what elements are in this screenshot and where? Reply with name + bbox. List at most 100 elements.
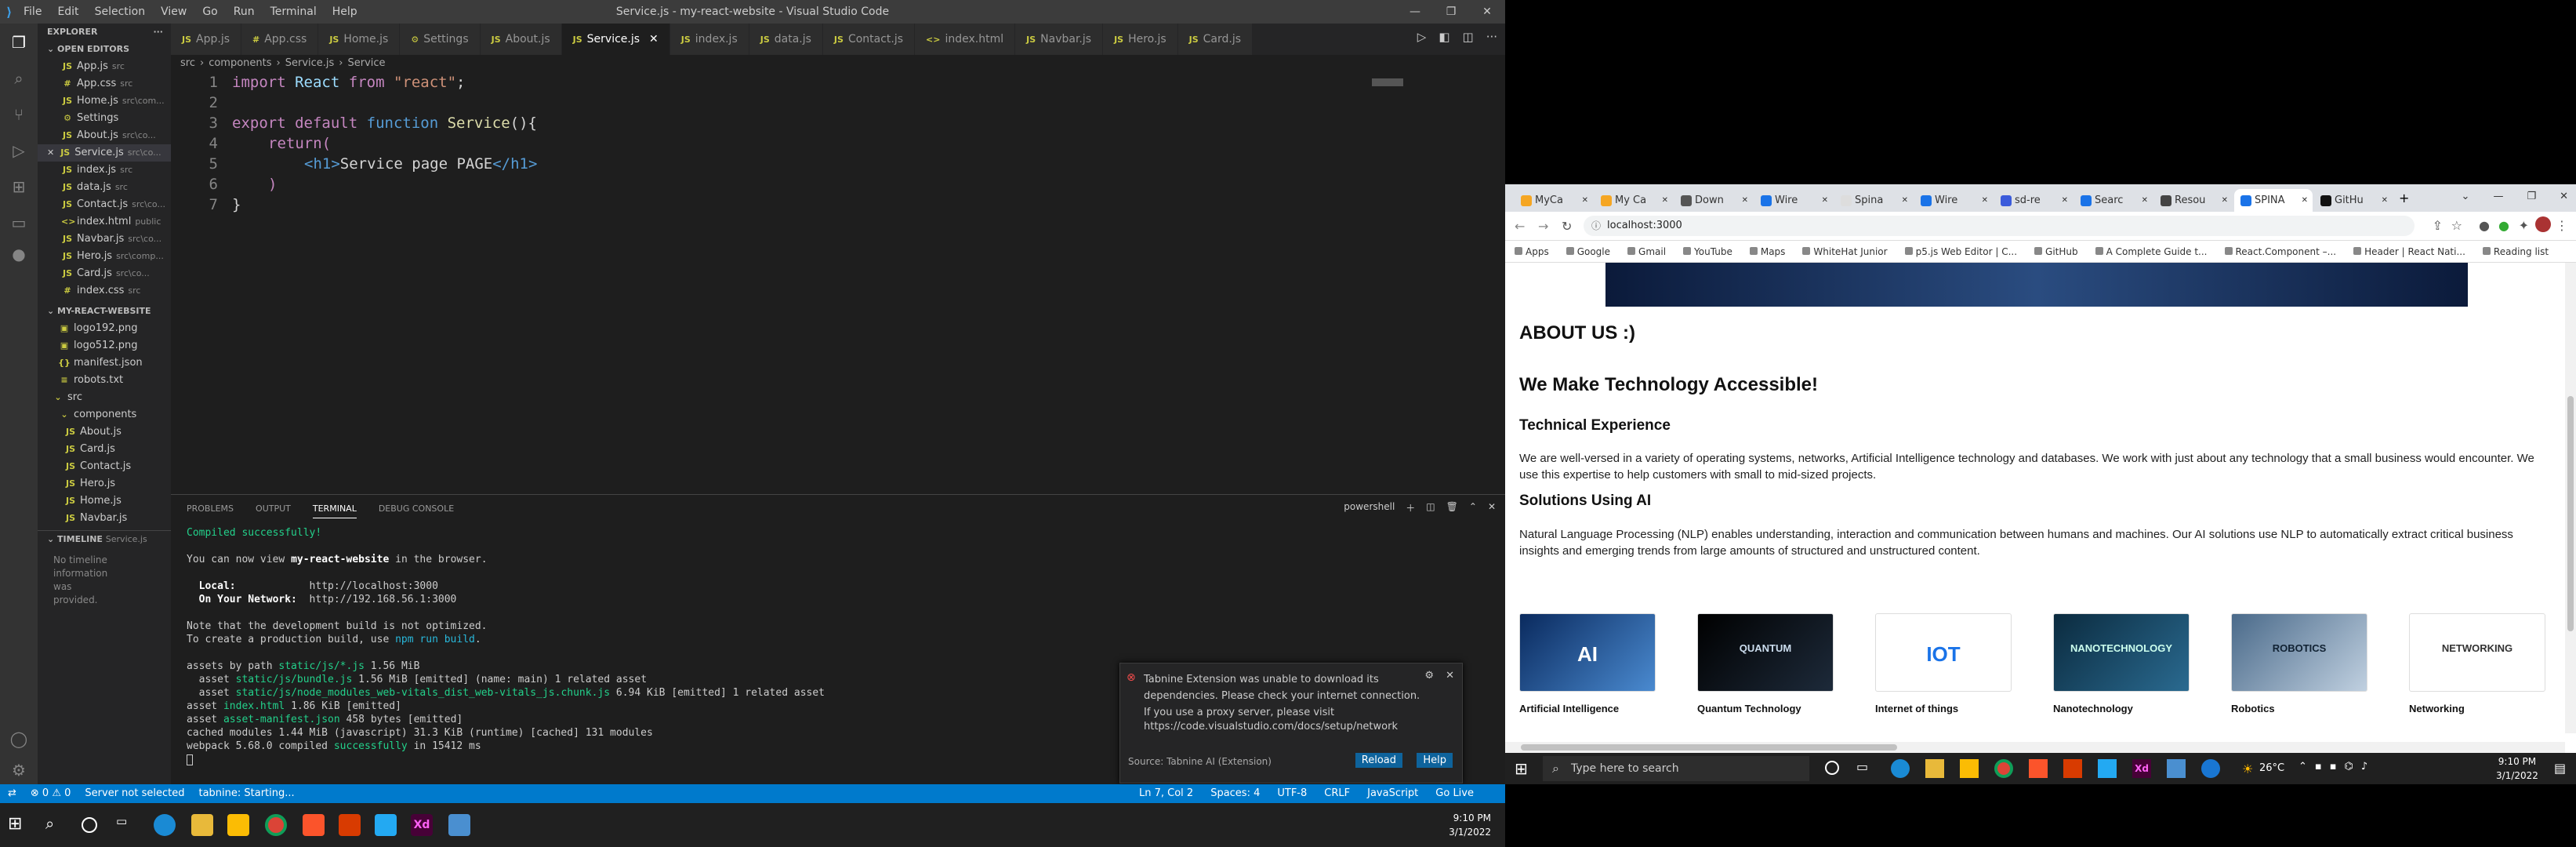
tray-icon[interactable]: ▪	[2315, 761, 2322, 772]
store-icon[interactable]	[1960, 759, 1979, 778]
bookmark-item[interactable]: Header | React Nati...	[2353, 246, 2465, 257]
new-tab-icon[interactable]: +	[2399, 191, 2409, 205]
account-icon[interactable]: ◯	[9, 729, 28, 748]
cortana-icon[interactable]	[1825, 761, 1839, 775]
chrome-icon[interactable]	[265, 814, 287, 836]
breadcrumb-item[interactable]: Service	[347, 57, 385, 69]
menu-item-help[interactable]: Help	[332, 5, 357, 18]
open-editor-item[interactable]: JS App.js src	[38, 58, 171, 75]
maximize-panel-icon[interactable]: ⌃	[1469, 501, 1477, 514]
url-input[interactable]: localhost:3000	[1584, 216, 2415, 236]
browser-tab[interactable]: Wire ✕	[1914, 189, 1993, 212]
bookmark-item[interactable]: Gmail	[1627, 246, 1666, 257]
notification-link[interactable]: https://code.visualstudio.com/docs/setup…	[1144, 721, 1398, 732]
taskbar-search-box[interactable]: Type here to search	[1543, 756, 1809, 781]
photos-icon[interactable]	[448, 814, 470, 836]
restore-icon[interactable]: ❐	[2527, 191, 2536, 202]
bookmark-item[interactable]: Maps	[1749, 246, 1785, 257]
menu-item-edit[interactable]: Edit	[57, 5, 78, 18]
split-editor-icon[interactable]: ◫	[1463, 30, 1474, 44]
bookmark-item[interactable]: p5.js Web Editor | C...	[1904, 246, 2017, 257]
open-editors-header[interactable]: ⌄ OPEN EDITORS	[38, 41, 171, 58]
go-live-button[interactable]: Go Live	[1435, 784, 1474, 803]
open-editor-item[interactable]: JS Home.js src\com...	[38, 93, 171, 110]
close-tab-icon[interactable]: ✕	[2062, 189, 2068, 212]
office-icon[interactable]	[339, 814, 361, 836]
menu-item-terminal[interactable]: Terminal	[270, 5, 317, 18]
breadcrumb-item[interactable]: Service.js	[285, 57, 335, 69]
brave-icon[interactable]	[303, 814, 325, 836]
breadcrumb-item[interactable]: components	[209, 57, 271, 69]
file-explorer-icon[interactable]	[1925, 759, 1944, 778]
tree-item[interactable]: JS Hero.js	[38, 475, 171, 493]
menu-item-view[interactable]: View	[161, 5, 187, 18]
timeline-header[interactable]: ⌄ TIMELINE Service.js	[38, 530, 171, 547]
editor-tab[interactable]: JS Service.js ✕	[561, 24, 670, 55]
close-tab-icon[interactable]: ✕	[2302, 189, 2308, 212]
source-control-icon[interactable]: ⑂	[9, 105, 28, 124]
close-tab-icon[interactable]: ✕	[1982, 189, 1988, 212]
menu-item-selection[interactable]: Selection	[95, 5, 146, 18]
editor-tab[interactable]: <> index.html	[915, 24, 1016, 55]
browser-tab[interactable]: Resou ✕	[2154, 189, 2233, 212]
h-scrollbar-thumb[interactable]	[1521, 744, 1897, 751]
browser-tab[interactable]: Searc ✕	[2074, 189, 2153, 212]
help-icon[interactable]	[2201, 759, 2220, 778]
bookmark-item[interactable]: Google	[1566, 246, 1610, 257]
settings-gear-icon[interactable]: ⚙	[9, 761, 28, 780]
split-terminal-icon[interactable]: ◫	[1426, 501, 1435, 514]
browser-tab[interactable]: MyCa ✕	[1515, 189, 1593, 212]
cortana-icon[interactable]	[82, 817, 97, 833]
close-editor-icon[interactable]: ✕	[47, 144, 54, 162]
open-editor-item[interactable]: <> index.html public	[38, 213, 171, 231]
technology-card[interactable]: AI Artificial Intelligence	[1519, 613, 1656, 714]
editor-tab[interactable]: JS Card.js	[1177, 24, 1254, 55]
close-tab-icon[interactable]: ✕	[1662, 189, 1668, 212]
close-tab-icon[interactable]: ✕	[1582, 189, 1588, 212]
editor-tab[interactable]: JS index.js	[669, 24, 749, 55]
tabnine-status[interactable]: tabnine: Starting...	[198, 784, 294, 803]
breadcrumb-item[interactable]: src	[180, 57, 195, 69]
store-icon[interactable]	[227, 814, 249, 836]
editor-tab[interactable]: JS Contact.js	[822, 24, 916, 55]
terminal-shell-selector[interactable]: powershell	[1344, 501, 1395, 514]
tree-item[interactable]: ⌄ src	[38, 389, 171, 406]
edge-icon[interactable]	[1891, 759, 1910, 778]
adobe-xd-icon[interactable]: Xd	[411, 814, 433, 836]
browser-tab[interactable]: Spina ✕	[1834, 189, 1913, 212]
close-tab-icon[interactable]: ✕	[1902, 189, 1908, 212]
run-icon[interactable]: ▷	[1417, 30, 1427, 44]
trash-icon[interactable]: 🗑	[1446, 501, 1458, 514]
open-editor-item[interactable]: JS About.js src\co...	[38, 127, 171, 144]
minimap[interactable]	[1372, 78, 1403, 86]
editor-tab[interactable]: JS data.js	[749, 24, 823, 55]
task-view-icon[interactable]: ▭	[116, 814, 138, 836]
new-terminal-icon[interactable]: ＋	[1406, 501, 1415, 514]
tree-item[interactable]: JS Contact.js	[38, 458, 171, 475]
search-icon[interactable]: ⌕	[45, 814, 67, 836]
weather-temp[interactable]: 26°C	[2259, 762, 2284, 774]
bookmark-item[interactable]: GitHub	[2034, 246, 2078, 257]
open-editor-item[interactable]: # index.css src	[38, 282, 171, 300]
bookmark-item[interactable]: YouTube	[1683, 246, 1732, 257]
help-button[interactable]: Help	[1417, 753, 1453, 768]
more-actions-icon[interactable]: ···	[153, 24, 163, 41]
menu-item-go[interactable]: Go	[202, 5, 217, 18]
tree-item[interactable]: ▣ logo192.png	[38, 320, 171, 337]
notification-close-icon[interactable]: ✕	[1446, 670, 1454, 682]
project-header[interactable]: ⌄ MY-REACT-WEBSITE	[38, 303, 171, 320]
cursor-position[interactable]: Ln 7, Col 2	[1139, 784, 1193, 803]
browser-tab[interactable]: SPINA ✕	[2234, 189, 2313, 212]
open-editor-item[interactable]: JS index.js src	[38, 162, 171, 179]
close-tab-icon[interactable]: ✕	[649, 33, 659, 45]
encoding[interactable]: UTF-8	[1277, 784, 1307, 803]
remote-explorer-icon[interactable]: ▭	[9, 213, 28, 232]
editor-tab[interactable]: JS Home.js	[318, 24, 401, 55]
profile-avatar[interactable]	[2535, 216, 2551, 232]
close-icon[interactable]: ✕	[1469, 0, 1505, 24]
technology-card[interactable]: ROBOTICS Robotics	[2231, 613, 2367, 714]
browser-tab[interactable]: Down ✕	[1674, 189, 1753, 212]
extensions-puzzle-icon[interactable]: ✦	[2519, 218, 2529, 233]
reload-icon[interactable]: ↻	[1562, 219, 1572, 234]
office-icon[interactable]	[2063, 759, 2082, 778]
